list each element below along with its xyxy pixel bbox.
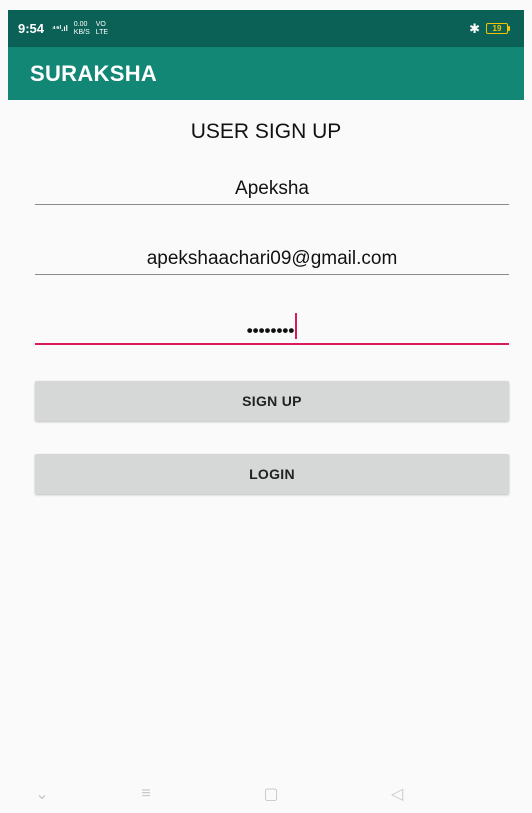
battery-icon: 19 <box>486 23 510 34</box>
email-field-value: apekshaachari09@gmail.com <box>146 248 398 269</box>
navigation-bar: ⌄ ≡ ▢ ◁ <box>0 776 532 813</box>
name-field-value: Apeksha <box>235 178 309 199</box>
signal-icon: ⁴⁶ᴵ.ıl <box>52 24 68 33</box>
bluetooth-icon: ✱ <box>469 20 480 36</box>
status-right-group: ✱ 19 <box>469 21 510 37</box>
chevron-down-icon[interactable]: ⌄ <box>30 784 54 804</box>
password-field[interactable]: •••••••• <box>35 305 509 345</box>
menu-icon[interactable]: ≡ <box>134 784 158 804</box>
home-icon[interactable]: ▢ <box>259 784 283 804</box>
back-icon[interactable]: ◁ <box>385 784 409 804</box>
network-speed: 0.00 KB/S <box>74 21 90 37</box>
status-time: 9:54 <box>18 21 45 36</box>
network-speed-value: 0.00 <box>73 20 88 28</box>
volte-top: VO <box>95 20 106 28</box>
app-bar: SURAKSHA <box>8 47 524 100</box>
network-speed-unit: KB/S <box>73 28 90 36</box>
password-field-value: •••••••• <box>246 321 295 340</box>
login-button[interactable]: LOGIN <box>35 454 509 494</box>
status-bar: 9:54 ⁴⁶ᴵ.ıl 0.00 KB/S VO LTE ✱ 19 <box>8 10 524 47</box>
battery-level: 19 <box>486 23 508 34</box>
sign-up-button[interactable]: SIGN UP <box>35 381 509 421</box>
email-field[interactable]: apekshaachari09@gmail.com <box>35 235 509 275</box>
text-cursor <box>295 313 298 339</box>
app-title: SURAKSHA <box>30 60 158 86</box>
page-title: USER SIGN UP <box>190 120 342 143</box>
volte-indicator: VO LTE <box>96 21 108 37</box>
volte-bottom: LTE <box>95 28 109 36</box>
name-field[interactable]: Apeksha <box>35 165 509 205</box>
phone-screen: 9:54 ⁴⁶ᴵ.ıl 0.00 KB/S VO LTE ✱ 19 SURAKS… <box>0 0 532 813</box>
battery-tip <box>508 26 510 31</box>
